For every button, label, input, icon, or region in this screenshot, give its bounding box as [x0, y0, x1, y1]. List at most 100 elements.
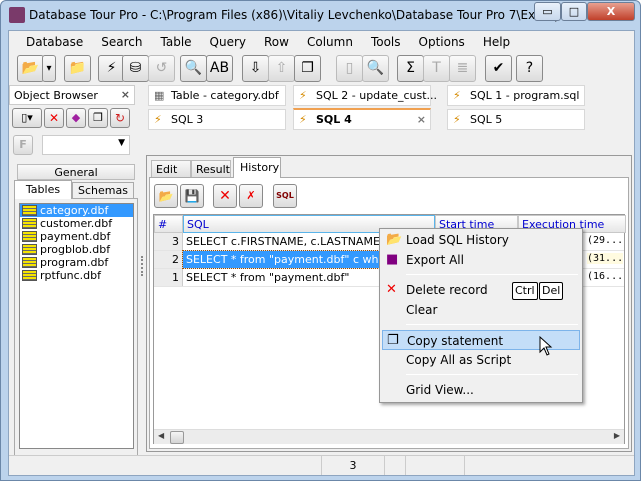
close-button[interactable]: X — [587, 2, 635, 21]
sql-icon: ⚡ — [106, 60, 117, 76]
tab-sql-4[interactable]: ⚡ SQL 4 × — [293, 108, 431, 130]
clear-history-button[interactable]: ✗ — [239, 184, 263, 208]
check-button[interactable]: ✔ — [485, 55, 512, 82]
menu-item-delete-record[interactable]: ✕ Delete record Ctrl Del — [382, 280, 580, 300]
window-title: Database Tour Pro - C:\Program Files (x8… — [29, 8, 579, 22]
report-button[interactable]: ≣ — [449, 55, 476, 82]
import-button[interactable]: ⇩ — [242, 55, 269, 82]
connect-button[interactable]: ⛁ — [122, 55, 149, 82]
menu-database[interactable]: Database — [17, 31, 92, 53]
refresh-icon[interactable]: ↻ — [110, 108, 130, 128]
open-folder-icon: 📁 — [68, 60, 87, 76]
text-button[interactable]: T — [423, 55, 450, 82]
delete-object-button[interactable]: ✕ — [44, 108, 64, 128]
tab-sql-3[interactable]: ⚡ SQL 3 — [148, 109, 286, 130]
menu-item-load-sql-history[interactable]: 📂 Load SQL History — [382, 230, 580, 250]
load-history-button[interactable]: 📂 — [154, 184, 178, 208]
context-menu: 📂 Load SQL History ■ Export All ✕ Delete re… — [379, 228, 583, 403]
status-record-count: 3 — [321, 456, 385, 475]
menu-item-grid-view[interactable]: Grid View... — [382, 380, 580, 400]
tables-list: category.dbf customer.dbf payment.dbf pr… — [19, 203, 134, 449]
tab-sql-1[interactable]: ⚡ SQL 1 - program.sql — [447, 85, 585, 106]
connect-icon: ⛁ — [129, 60, 142, 76]
objects-icon[interactable]: ◆ — [66, 108, 86, 128]
maximize-button[interactable]: □ — [561, 2, 587, 21]
scrollbar-thumb[interactable] — [170, 431, 184, 444]
execution-detail-cell: (29... — [587, 235, 624, 246]
column-header-number[interactable]: # — [154, 215, 183, 233]
menu-item-export-all[interactable]: ■ Export All — [382, 250, 580, 270]
minimize-button[interactable]: ▭ — [534, 2, 561, 21]
tab-table-category[interactable]: ▦ Table - category.dbf — [148, 85, 286, 106]
menu-column[interactable]: Column — [298, 31, 362, 53]
menu-options[interactable]: Options — [410, 31, 474, 53]
export-button[interactable]: ⇧ — [268, 55, 295, 82]
execution-detail-cell: (16... — [587, 271, 624, 282]
new-object-button[interactable]: ▯▾ — [12, 108, 42, 128]
table-item[interactable]: category.dbf — [20, 204, 133, 217]
menu-item-clear[interactable]: Clear — [382, 300, 580, 320]
tab-edit[interactable]: Edit — [151, 160, 191, 178]
filter-icon[interactable]: F — [13, 135, 33, 155]
import-icon: ⇩ — [249, 60, 262, 76]
table-item[interactable]: customer.dbf — [20, 217, 133, 230]
app-icon — [9, 7, 25, 23]
menu-query[interactable]: Query — [201, 31, 255, 53]
splitter-handle[interactable] — [141, 256, 144, 276]
copy-button[interactable]: ❐ — [294, 55, 321, 82]
print-button[interactable]: ▯ — [336, 55, 363, 82]
sql-button[interactable]: ⚡ — [98, 55, 125, 82]
scroll-right-icon[interactable]: ▶ — [614, 431, 620, 440]
table-item[interactable]: program.dbf — [20, 256, 133, 269]
dropdown-button[interactable]: ▾ — [42, 55, 56, 82]
tab-tables[interactable]: Tables — [14, 180, 72, 199]
menu-search[interactable]: Search — [92, 31, 151, 53]
table-item[interactable]: payment.dbf — [20, 230, 133, 243]
preview-icon: 🔍 — [366, 60, 385, 76]
menu-help[interactable]: Help — [474, 31, 519, 53]
export-icon: ⇧ — [275, 60, 288, 76]
menu-separator — [406, 274, 578, 275]
replace-icon: AB — [209, 60, 230, 76]
delete-icon: ✕ — [386, 282, 397, 297]
tab-general[interactable]: General — [17, 164, 135, 180]
help-icon: ? — [525, 60, 534, 76]
undo-icon: ↺ — [155, 60, 168, 76]
open-folder-button[interactable]: 📁 — [64, 55, 91, 82]
menu-separator — [406, 324, 578, 325]
preview-button[interactable]: 🔍 — [362, 55, 389, 82]
tab-schemas[interactable]: Schemas — [72, 182, 134, 199]
find-icon: 🔍 — [184, 60, 203, 76]
tab-history[interactable]: History — [233, 157, 281, 178]
menu-table[interactable]: Table — [152, 31, 201, 53]
close-tab-icon[interactable]: × — [417, 113, 426, 126]
help-button[interactable]: ? — [516, 55, 543, 82]
filter-dropdown[interactable]: ▼ — [42, 135, 130, 155]
shortcut-key-ctrl: Ctrl — [512, 282, 538, 300]
undo-button[interactable]: ↺ — [148, 55, 175, 82]
scroll-left-icon[interactable]: ◀ — [158, 431, 164, 440]
status-panel — [405, 456, 465, 475]
menu-row[interactable]: Row — [255, 31, 298, 53]
table-item[interactable]: progblob.dbf — [20, 243, 133, 256]
delete-record-button[interactable]: ✕ — [213, 184, 237, 208]
table-item[interactable]: rptfunc.dbf — [20, 269, 133, 282]
sum-button[interactable]: Σ — [397, 55, 424, 82]
copy-all-script-button[interactable]: SQL — [273, 184, 297, 208]
mouse-cursor-icon — [539, 336, 553, 356]
tab-result[interactable]: Result — [191, 160, 231, 178]
app-window: Database Tour Pro - C:\Program Files (x8… — [0, 0, 641, 481]
check-icon: ✔ — [492, 60, 505, 76]
tab-sql-2[interactable]: ⚡ SQL 2 - update_cust... — [293, 85, 437, 106]
tab-sql-5[interactable]: ⚡ SQL 5 — [447, 109, 585, 130]
horizontal-scrollbar[interactable]: ◀ ▶ — [154, 429, 624, 444]
copy-icon[interactable]: ❐ — [88, 108, 108, 128]
save-history-button[interactable]: 💾 — [180, 184, 204, 208]
menu-tools[interactable]: Tools — [362, 31, 410, 53]
row-number: 3 — [154, 233, 183, 250]
dropdown-icon: ▾ — [46, 63, 52, 74]
replace-button[interactable]: AB — [206, 55, 233, 82]
close-icon[interactable]: × — [121, 88, 130, 101]
open-button[interactable]: 📂 — [17, 55, 44, 82]
find-button[interactable]: 🔍 — [180, 55, 207, 82]
